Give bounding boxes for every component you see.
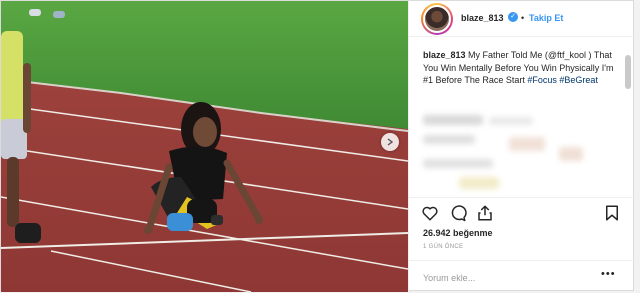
- post-caption: blaze_813 My Father Told Me (@ftf_kool )…: [423, 49, 623, 87]
- post-side-panel: blaze_813 ✓ • Takip Et blaze_813 My Fath…: [408, 1, 635, 292]
- chevron-right-icon: [387, 138, 394, 146]
- blurred-comment: [423, 159, 493, 168]
- blurred-comment: [423, 115, 483, 125]
- header-separator: •: [521, 13, 525, 23]
- comment-bubble-icon[interactable]: [449, 204, 467, 222]
- post-timestamp: 1 GÜN ÖNCE: [423, 244, 464, 250]
- blurred-comment: [423, 135, 475, 144]
- follow-button[interactable]: Takip Et: [529, 13, 563, 23]
- more-options-button[interactable]: •••: [601, 268, 616, 280]
- bookmark-icon[interactable]: [603, 204, 621, 222]
- instagram-post: blaze_813 ✓ • Takip Et blaze_813 My Fath…: [0, 0, 635, 292]
- comments-scrollbar[interactable]: [625, 55, 631, 89]
- comment-input[interactable]: [423, 271, 593, 285]
- username-link[interactable]: blaze_813: [461, 13, 504, 23]
- comment-bar: •••: [409, 260, 635, 293]
- post-actions: 26.942 beğenme 1 GÜN ÖNCE •••: [409, 197, 635, 292]
- race-track-photo: [1, 1, 408, 292]
- avatar: [423, 5, 451, 33]
- comments-area[interactable]: blaze_813 My Father Told Me (@ftf_kool )…: [409, 37, 635, 197]
- like-count[interactable]: 26.942 beğenme: [423, 228, 493, 238]
- post-header: blaze_813 ✓ • Takip Et: [409, 1, 635, 37]
- blurred-comment: [459, 177, 499, 189]
- heart-icon[interactable]: [421, 204, 439, 222]
- avatar-story-ring[interactable]: [421, 3, 453, 35]
- caption-username[interactable]: blaze_813: [423, 50, 466, 60]
- verified-badge-icon: ✓: [508, 12, 518, 22]
- caption-hashtags[interactable]: #Focus #BeGreat: [527, 75, 598, 85]
- blurred-comment: [489, 117, 533, 125]
- next-photo-button[interactable]: [381, 133, 399, 151]
- share-icon[interactable]: [476, 204, 494, 222]
- blurred-comment: [509, 137, 545, 151]
- post-photo[interactable]: [1, 1, 408, 292]
- blurred-comment: [559, 147, 583, 161]
